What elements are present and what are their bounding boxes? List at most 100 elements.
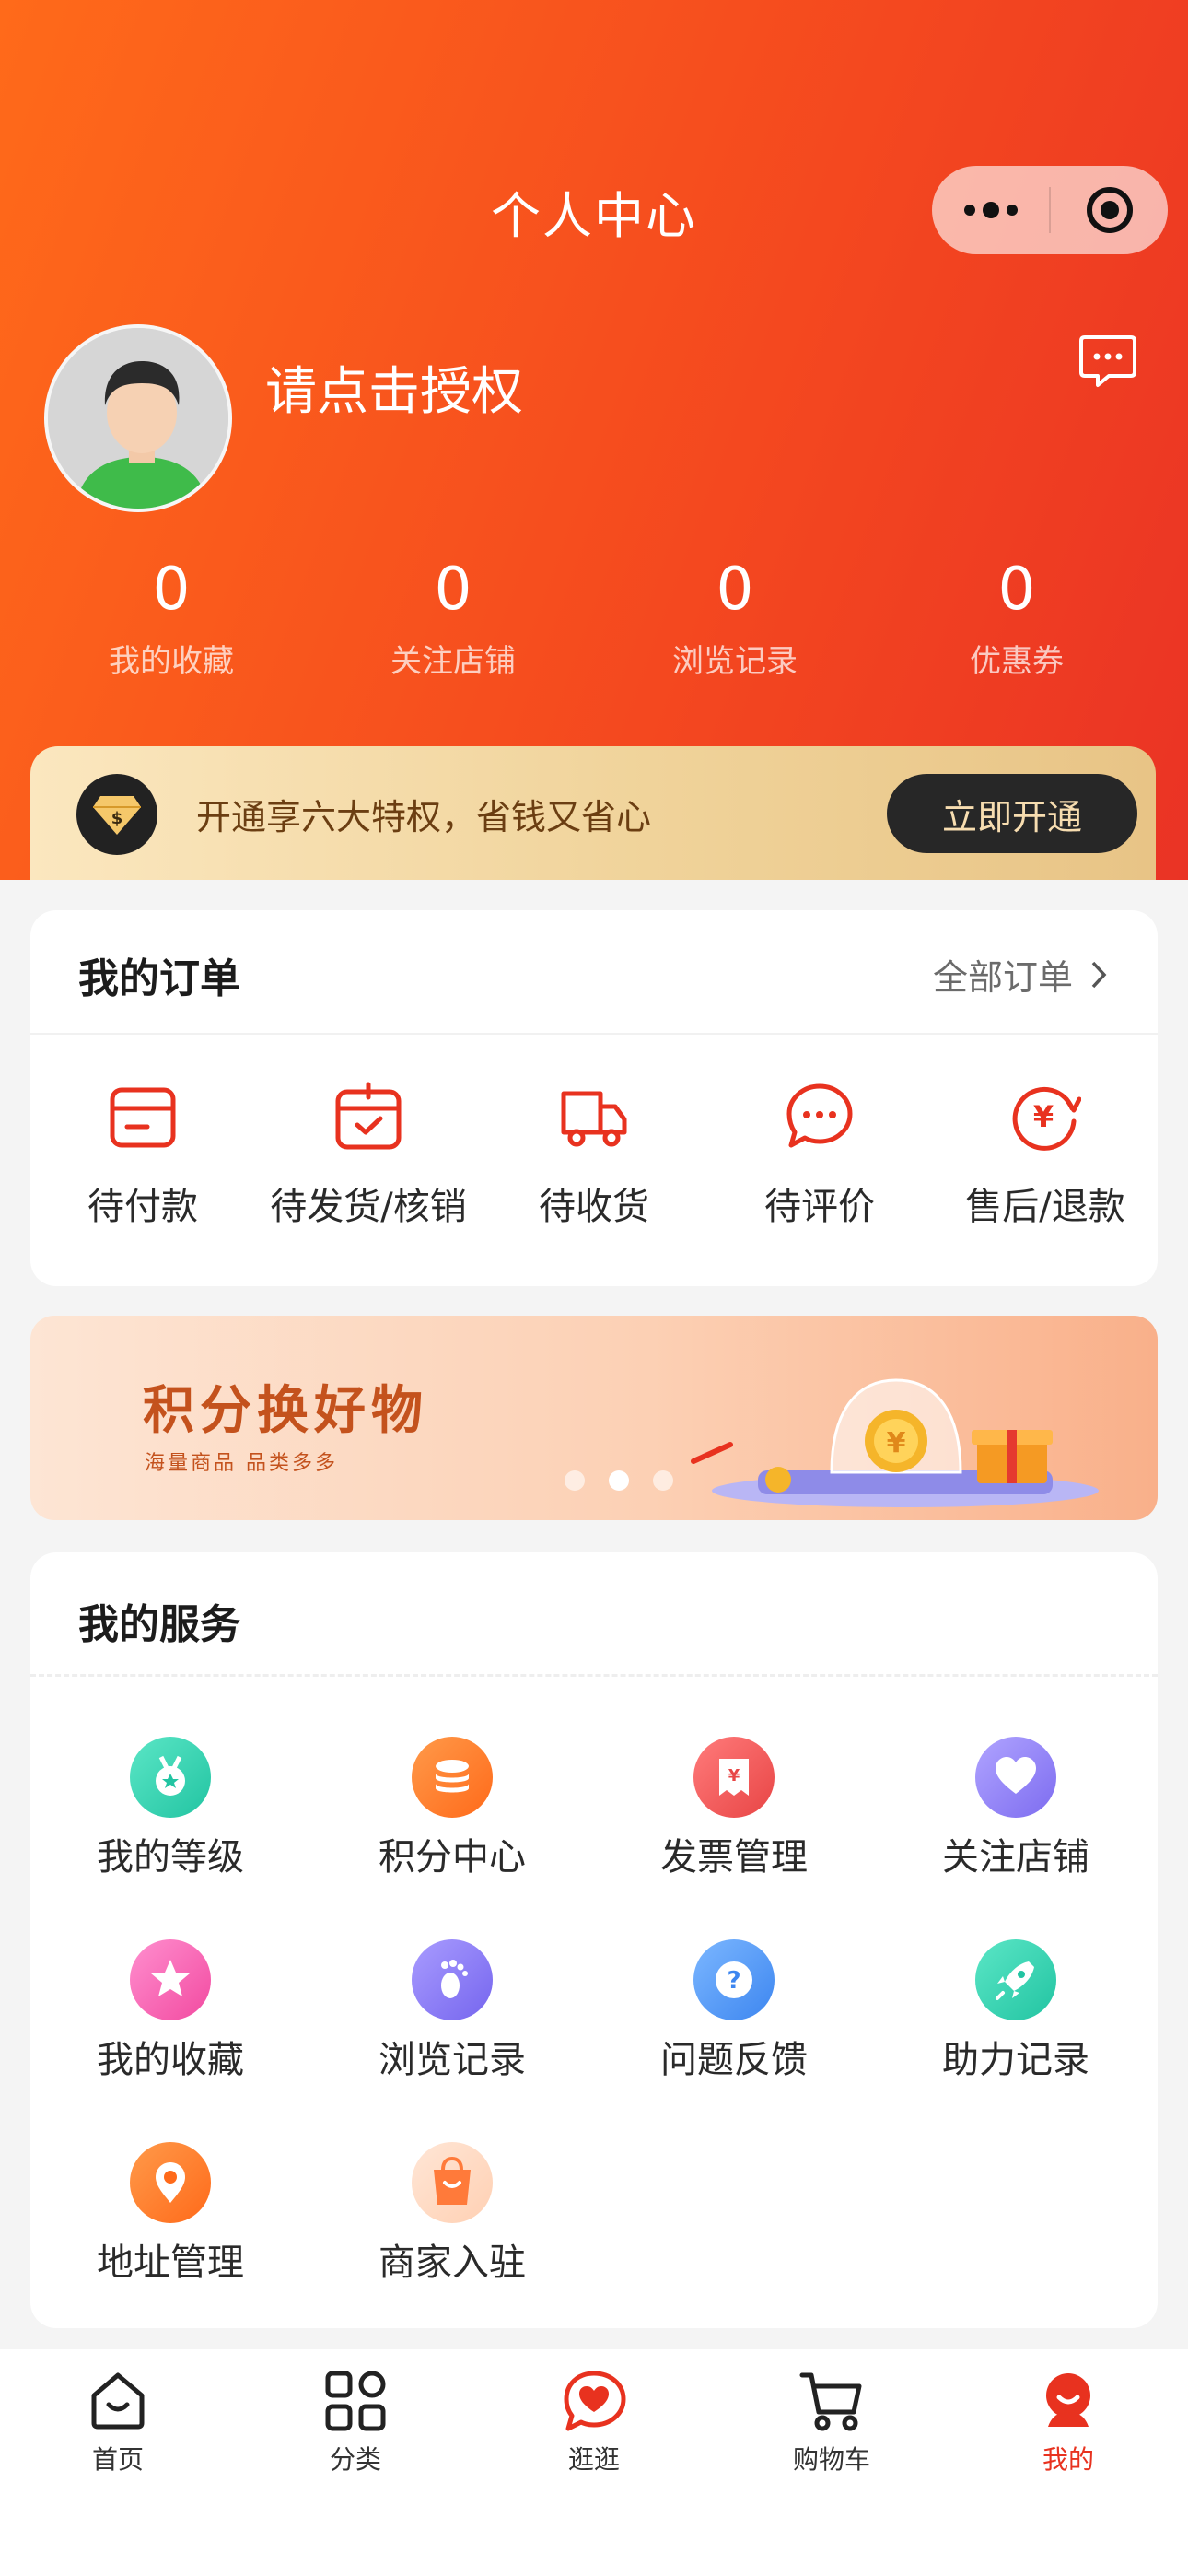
order-label: 待付款 xyxy=(87,1186,198,1228)
more-menu-button[interactable] xyxy=(932,166,1049,254)
svg-text:?: ? xyxy=(727,1967,740,1995)
service-label: 我的等级 xyxy=(97,1836,244,1879)
stat-value: 0 xyxy=(152,556,191,624)
tab-label: 首页 xyxy=(91,2444,144,2475)
order-label: 待收货 xyxy=(539,1186,649,1228)
bottom-tab-bar: 首页 分类 逛逛 购物车 我的 xyxy=(0,2349,1188,2576)
mini-program-capsule xyxy=(932,166,1168,254)
service-points-center[interactable]: 积分中心 xyxy=(342,1737,563,1880)
service-label: 关注店铺 xyxy=(942,1836,1089,1879)
shop-bag-icon xyxy=(412,2142,493,2223)
points-promo-banner[interactable]: 积分换好物 海量商品 品类多多 ¥ xyxy=(30,1316,1158,1520)
chat-bubble-icon xyxy=(786,1083,853,1148)
diamond-icon: $ xyxy=(76,774,157,855)
svg-text:¥: ¥ xyxy=(728,1766,740,1786)
order-pending-receipt[interactable]: 待收货 xyxy=(482,1081,706,1230)
pager-dot xyxy=(565,1470,585,1491)
stat-coupons[interactable]: 0 优惠券 xyxy=(879,553,1155,681)
all-orders-link[interactable]: 全部订单 xyxy=(933,949,1108,1000)
banner-pager xyxy=(565,1470,673,1491)
vip-promo-bar: $ 开通享六大特权，省钱又省心 立即开通 xyxy=(30,746,1156,880)
star-icon xyxy=(130,1939,211,2020)
service-browse-history[interactable]: 浏览记录 xyxy=(342,1939,563,2083)
service-label: 助力记录 xyxy=(942,2039,1089,2081)
order-after-sales[interactable]: ¥ 售后/退款 xyxy=(933,1081,1158,1230)
services-card: 我的服务 我的等级 积分中心 ¥ 发票管理 关注店铺 我的收藏 浏览记录 ? 问… xyxy=(30,1552,1158,2328)
all-orders-label: 全部订单 xyxy=(932,957,1073,998)
banner-title: 积分换好物 xyxy=(143,1381,428,1441)
tab-label: 我的 xyxy=(1042,2444,1094,2475)
gift-dome-illustration: ¥ xyxy=(691,1378,1099,1507)
services-title: 我的服务 xyxy=(78,1601,240,1648)
service-feedback[interactable]: ? 问题反馈 xyxy=(623,1939,844,2083)
tab-cart[interactable]: 购物车 xyxy=(740,2368,924,2476)
tab-label: 分类 xyxy=(329,2444,381,2475)
orders-card: 我的订单 全部订单 待付款 待发货/核销 待收货 待评价 ¥ 售后/退款 xyxy=(30,910,1158,1286)
service-label: 地址管理 xyxy=(97,2242,244,2284)
service-label: 浏览记录 xyxy=(379,2039,526,2081)
tab-category[interactable]: 分类 xyxy=(263,2368,448,2476)
location-pin-icon xyxy=(130,2142,211,2223)
services-divider xyxy=(30,1674,1158,1677)
service-my-level[interactable]: 我的等级 xyxy=(60,1737,281,1880)
tab-label: 购物车 xyxy=(792,2444,870,2475)
medal-icon xyxy=(130,1737,211,1818)
cart-icon xyxy=(799,2372,862,2431)
avatar[interactable] xyxy=(44,324,232,512)
coins-icon xyxy=(412,1737,493,1818)
pager-dot xyxy=(653,1470,673,1491)
service-address[interactable]: 地址管理 xyxy=(60,2142,281,2286)
svg-text:¥: ¥ xyxy=(1033,1099,1054,1134)
stat-label: 浏览记录 xyxy=(672,643,798,680)
heart-icon xyxy=(975,1737,1056,1818)
tab-label: 逛逛 xyxy=(567,2444,620,2475)
default-avatar-icon xyxy=(48,328,228,509)
tab-mine[interactable]: 我的 xyxy=(976,2368,1160,2476)
heart-bubble-icon xyxy=(564,2371,626,2431)
stat-followed-shops[interactable]: 0 关注店铺 xyxy=(315,553,591,681)
more-dots-icon xyxy=(963,202,1018,218)
footprint-icon xyxy=(412,1939,493,2020)
service-my-favorites[interactable]: 我的收藏 xyxy=(60,1939,281,2083)
question-icon: ? xyxy=(693,1939,775,2020)
service-label: 商家入驻 xyxy=(379,2242,526,2284)
service-label: 积分中心 xyxy=(379,1836,526,1879)
service-invoice[interactable]: ¥ 发票管理 xyxy=(623,1737,844,1880)
chevron-right-icon xyxy=(1091,961,1107,988)
close-mini-program-button[interactable] xyxy=(1051,166,1168,254)
service-merchant-join[interactable]: 商家入驻 xyxy=(342,2142,563,2286)
home-icon xyxy=(91,2372,145,2430)
authorize-prompt[interactable]: 请点击授权 xyxy=(265,350,523,425)
stat-value: 0 xyxy=(716,556,754,624)
order-pending-review[interactable]: 待评价 xyxy=(707,1081,932,1230)
vip-open-button[interactable]: 立即开通 xyxy=(887,774,1137,853)
profile-icon xyxy=(1046,2373,1090,2427)
pager-dot-active xyxy=(609,1470,629,1491)
order-pending-payment[interactable]: 待付款 xyxy=(30,1081,255,1230)
target-close-icon xyxy=(1086,187,1133,233)
svg-text:¥: ¥ xyxy=(887,1427,906,1459)
tab-home[interactable]: 首页 xyxy=(26,2368,210,2476)
service-followed-shops[interactable]: 关注店铺 xyxy=(905,1737,1126,1880)
service-label: 发票管理 xyxy=(660,1836,808,1879)
svg-text:$: $ xyxy=(111,809,123,828)
message-icon[interactable] xyxy=(1077,332,1138,394)
stat-favorites[interactable]: 0 我的收藏 xyxy=(33,553,309,681)
order-label: 售后/退款 xyxy=(965,1186,1125,1228)
order-label: 待评价 xyxy=(764,1186,875,1228)
stat-value: 0 xyxy=(434,556,472,624)
rocket-icon xyxy=(975,1939,1056,2020)
truck-icon xyxy=(561,1091,627,1147)
tab-explore[interactable]: 逛逛 xyxy=(502,2368,686,2476)
banner-subtitle: 海量商品 品类多多 xyxy=(145,1452,338,1475)
stat-history[interactable]: 0 浏览记录 xyxy=(597,553,873,681)
order-pending-shipment[interactable]: 待发货/核销 xyxy=(256,1081,481,1230)
stat-value: 0 xyxy=(997,556,1036,624)
orders-title: 我的订单 xyxy=(78,955,240,1002)
order-label: 待发货/核销 xyxy=(270,1186,467,1228)
grid-icon xyxy=(325,2371,386,2431)
orders-divider xyxy=(30,1033,1158,1035)
service-assist-records[interactable]: 助力记录 xyxy=(905,1939,1126,2083)
wallet-icon xyxy=(110,1087,176,1148)
yen-refund-icon: ¥ xyxy=(1012,1086,1081,1151)
